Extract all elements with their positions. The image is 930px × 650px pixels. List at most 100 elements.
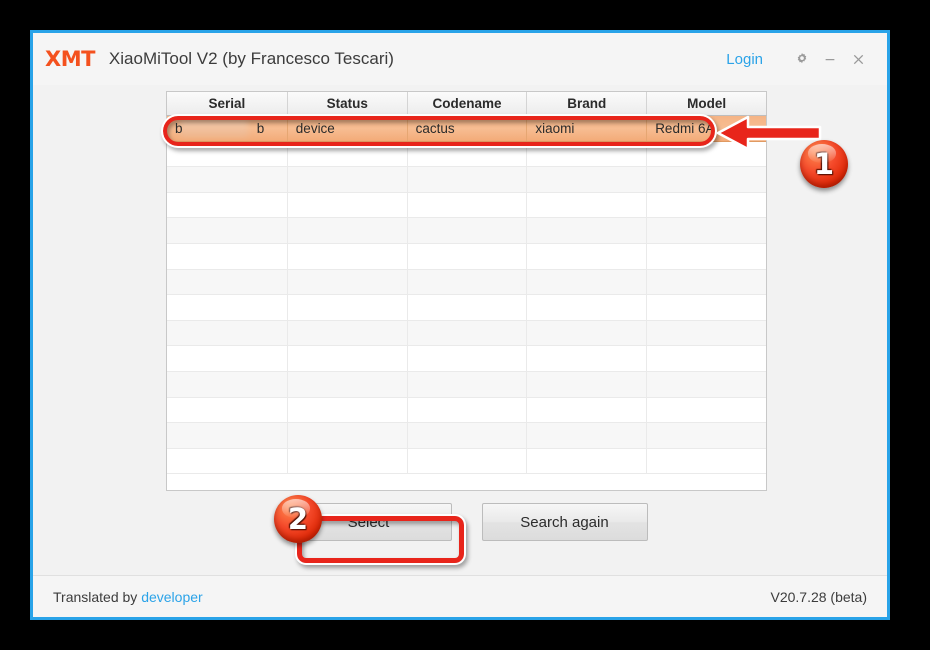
select-button[interactable]: Select [285,503,452,541]
cell-empty [527,320,648,346]
cell-serial: bb [167,116,288,141]
cell-empty [408,423,528,448]
cell-empty [288,320,408,346]
translated-by-label: Translated by [53,588,142,605]
table-row-empty[interactable] [167,269,766,296]
cell-empty [527,167,648,192]
cell-empty [288,346,408,371]
version-label: V20.7.28 (beta) [770,588,867,605]
cell-empty [527,371,648,397]
cell-empty [527,243,648,269]
cell-empty [288,141,408,167]
table-row-empty[interactable] [167,371,766,398]
cell-empty [408,167,528,192]
cell-empty [647,372,766,397]
cell-brand: xiaomi [527,116,648,141]
gear-icon[interactable] [791,48,813,70]
table-row-empty[interactable] [167,423,766,449]
cell-empty [647,398,766,423]
cell-status: device [288,116,408,141]
cell-empty [647,295,766,320]
cell-empty [167,397,288,423]
cell-empty [647,321,766,346]
empty-rows-container [167,141,766,475]
cell-empty [527,141,648,167]
page-title: XiaoMiTool V2 (by Francesco Tescari) [108,49,394,68]
cell-empty [167,320,288,346]
cell-empty [408,371,528,397]
status-bar: Translated by developer V20.7.28 (beta) [33,575,887,617]
cell-empty [408,397,528,423]
cell-empty [408,218,528,243]
cell-empty [527,346,648,371]
cell-codename: cactus [408,116,528,141]
cell-empty [527,269,648,295]
device-table[interactable]: Serial Status Codename Brand Model bb de… [166,91,767,491]
dialog-button-row: Select Search again [166,503,767,541]
table-row-empty[interactable] [167,346,766,372]
cell-empty [527,218,648,243]
cell-empty [288,192,408,218]
cell-empty [167,269,288,295]
cell-empty [647,449,766,474]
column-header-codename[interactable]: Codename [408,92,528,115]
column-header-model[interactable]: Model [647,92,766,115]
cell-empty [408,269,528,295]
cell-empty [288,423,408,448]
table-row-empty[interactable] [167,218,766,244]
cell-empty [167,371,288,397]
close-icon[interactable] [847,48,869,70]
cell-empty [527,448,648,474]
column-header-brand[interactable]: Brand [527,92,648,115]
cell-empty [647,142,766,167]
column-header-serial[interactable]: Serial [167,92,288,115]
table-row-empty[interactable] [167,141,766,168]
cell-model: Redmi 6A [655,120,715,136]
cell-empty [527,192,648,218]
cell-empty [288,167,408,192]
table-row-empty[interactable] [167,243,766,270]
cell-empty [647,423,766,448]
cell-empty [647,218,766,243]
cell-empty [288,371,408,397]
search-again-button[interactable]: Search again [481,503,648,541]
cell-serial-suffix: b [256,120,265,136]
cell-empty [167,141,288,167]
table-header-row: Serial Status Codename Brand Model [166,91,767,116]
cell-empty [527,295,648,320]
cell-empty [408,243,528,269]
table-row-empty[interactable] [167,397,766,424]
title-bar: XMT XiaoMiTool V2 (by Francesco Tescari)… [33,33,887,85]
cell-empty [288,295,408,320]
cell-empty [167,346,288,371]
cell-empty [527,423,648,448]
cell-empty [647,193,766,218]
cell-empty [527,397,648,423]
cell-empty [408,448,528,474]
table-row-empty[interactable] [167,448,766,475]
minimize-icon[interactable] [819,48,841,70]
translation-credit: Translated by developer [53,589,770,605]
xmt-logo: XMT [45,47,95,71]
cell-empty [647,167,766,192]
login-link[interactable]: Login [726,51,763,68]
cell-empty [288,243,408,269]
main-content: Serial Status Codename Brand Model bb de… [33,85,887,575]
cell-empty [167,167,288,192]
cell-empty [167,218,288,243]
table-row-empty[interactable] [167,320,766,347]
cell-empty [647,346,766,371]
cell-empty [408,346,528,371]
cell-empty [647,244,766,269]
cell-empty [167,243,288,269]
column-header-status[interactable]: Status [288,92,408,115]
table-row-empty[interactable] [167,192,766,219]
cell-empty [408,192,528,218]
cell-serial-text: bb [175,120,265,136]
table-body: bb device cactus xiaomi Redmi 6A [167,116,766,475]
cell-empty [167,295,288,320]
table-row[interactable]: bb device cactus xiaomi Redmi 6A [167,116,766,142]
translator-link[interactable]: developer [141,589,203,605]
table-row-empty[interactable] [167,295,766,321]
table-row-empty[interactable] [167,167,766,193]
